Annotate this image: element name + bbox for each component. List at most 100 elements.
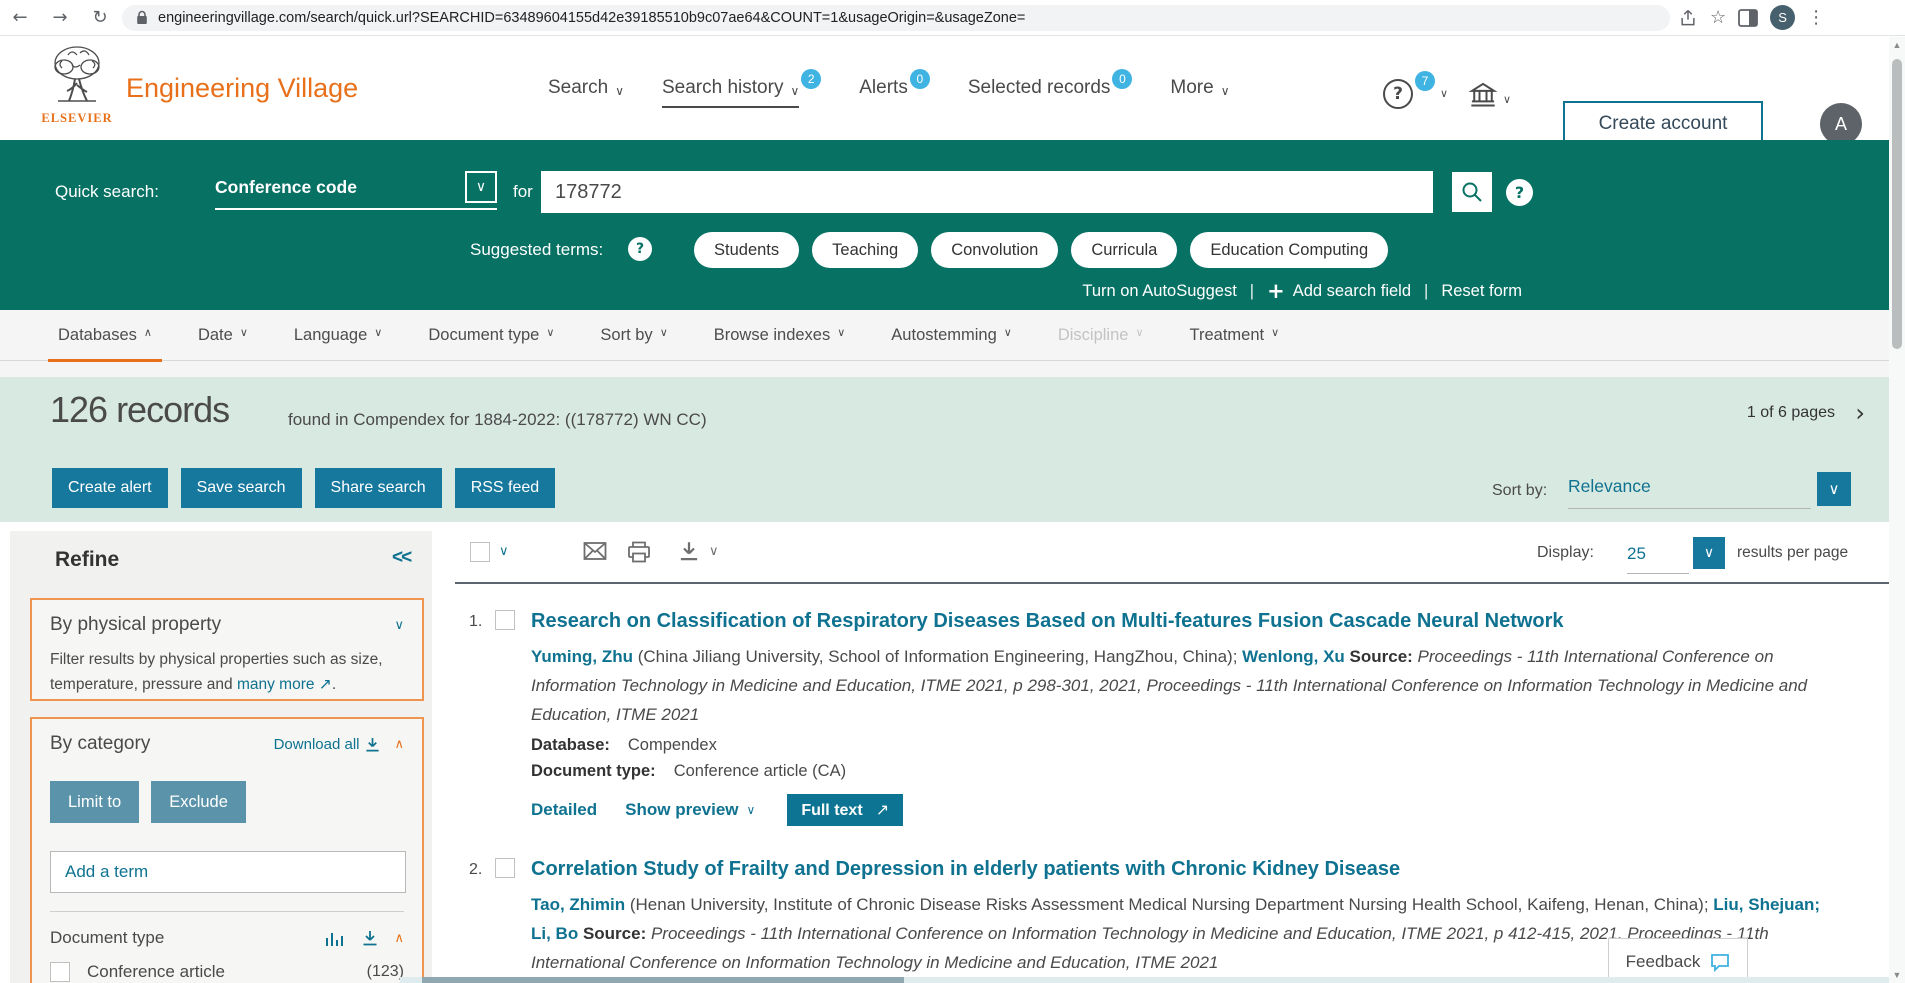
suggested-term-curricula[interactable]: Curricula [1071,232,1177,268]
reset-form-link[interactable]: Reset form [1441,282,1522,301]
chevron-up-icon[interactable]: ∧ [394,931,404,946]
sort-select[interactable]: Relevance [1568,476,1811,509]
nav-badge: 0 [1112,69,1132,89]
search-query-input[interactable] [541,171,1433,213]
scroll-down-arrow[interactable]: ▼ [1889,970,1905,980]
brand-title[interactable]: Engineering Village [126,73,358,104]
record-count: 126 records [50,389,229,431]
scrollbar-thumb[interactable] [1892,59,1902,349]
forward-icon[interactable]: → [40,7,80,28]
help-menu[interactable]: ? 7 ∨ [1383,79,1448,109]
by-physical-property-description: Filter results by physical properties su… [50,648,404,697]
next-page-icon[interactable]: › [1855,399,1865,427]
result-checkbox[interactable] [495,858,515,878]
print-icon[interactable] [627,541,651,563]
collapse-sidebar-button[interactable]: << [392,547,410,569]
browser-profile-avatar[interactable]: S [1770,5,1795,30]
autosuggest-toggle-link[interactable]: Turn on AutoSuggest [1082,282,1236,301]
filter-tabs: Databases∧ Date∨ Language∨ Document type∨ So… [0,310,1905,361]
doc-type-option-label: Conference article [87,962,367,982]
tab-databases[interactable]: Databases∧ [58,310,152,360]
chevron-down-icon: ∨ [240,326,248,339]
nav-item-label-wrap: Alerts [859,77,908,106]
description-period: . [332,676,336,693]
nav-item-search[interactable]: Search∨ [548,77,624,106]
tab-document-type[interactable]: Document type∨ [428,310,554,360]
divider: | [1250,282,1254,301]
exclude-button[interactable]: Exclude [151,781,246,823]
share-search-button[interactable]: Share search [315,468,442,508]
tab-treatment[interactable]: Treatment∨ [1190,310,1280,360]
chevron-down-icon[interactable]: ∨ [394,618,404,633]
horizontal-scrollbar-thumb[interactable] [422,977,904,983]
add-search-field-link[interactable]: + Add search field [1267,279,1411,303]
save-search-button[interactable]: Save search [181,468,302,508]
download-icon[interactable] [362,930,378,946]
elsevier-logo[interactable]: ELSEVIER [34,43,120,126]
sort-dropdown-button[interactable]: ∨ [1817,472,1851,506]
back-icon[interactable]: ← [0,7,40,28]
download-all-link[interactable]: Download all [274,736,381,753]
search-help-icon[interactable]: ? [1506,179,1533,206]
share-icon[interactable] [1678,8,1698,28]
suggested-term-convolution[interactable]: Convolution [931,232,1058,268]
result-checkbox[interactable] [495,610,515,630]
nav-item-selected-records[interactable]: Selected records0 [968,77,1133,106]
site-header: ELSEVIER Engineering Village Search∨ Sear… [0,37,1905,140]
download-icon[interactable] [679,541,699,561]
rss-feed-button[interactable]: RSS feed [455,468,555,508]
url-bar[interactable]: engineeringvillage.com/search/quick.url?… [122,5,1670,31]
author-link[interactable]: Wenlong, Xu [1242,647,1345,666]
add-term-input[interactable] [50,851,406,893]
bookmark-star-icon[interactable]: ☆ [1710,7,1726,28]
suggested-term-teaching[interactable]: Teaching [812,232,918,268]
suggested-term-students[interactable]: Students [694,232,799,268]
nav-badge: 0 [910,69,930,89]
side-panel-icon[interactable] [1738,9,1758,27]
kebab-menu-icon[interactable]: ⋮ [1807,7,1825,28]
source-text: Proceedings - 11th International Confere… [531,924,1769,972]
suggested-term-education-computing[interactable]: Education Computing [1190,232,1388,268]
download-menu-chevron-icon[interactable]: ∨ [709,544,719,559]
limit-to-button[interactable]: Limit to [50,781,139,823]
bar-chart-icon[interactable] [324,929,346,947]
for-label: for [513,182,533,202]
checkbox[interactable] [50,962,70,982]
search-field-select[interactable]: Conference code ∨ [215,166,497,210]
tab-browse-indexes[interactable]: Browse indexes∨ [714,310,846,360]
reload-icon[interactable]: ↻ [80,7,120,28]
vertical-scrollbar[interactable]: ▲ ▼ [1889,37,1905,983]
nav-item-alerts[interactable]: Alerts0 [859,77,930,106]
result-title-link[interactable]: Correlation Study of Frailty and Depress… [531,858,1841,881]
results-per-page-select[interactable]: 25 [1627,544,1689,574]
tab-language[interactable]: Language∨ [294,310,382,360]
author-link[interactable]: Yuming, Zhu [531,647,633,666]
user-avatar[interactable]: A [1820,103,1862,145]
many-more-link[interactable]: many more ↗ [237,676,332,693]
scroll-up-arrow[interactable]: ▲ [1889,40,1905,50]
select-menu-chevron-icon[interactable]: ∨ [499,544,509,559]
search-submit-button[interactable] [1452,172,1492,212]
tab-autostemming[interactable]: Autostemming∨ [891,310,1012,360]
create-alert-button[interactable]: Create alert [52,468,168,508]
select-all-checkbox[interactable] [470,542,490,562]
tab-date[interactable]: Date∨ [198,310,248,360]
detailed-link[interactable]: Detailed [531,800,597,820]
email-icon[interactable] [583,541,607,561]
nav-item-more[interactable]: More∨ [1170,77,1229,106]
tab-sort-by[interactable]: Sort by∨ [600,310,667,360]
chevron-down-icon: ∨ [615,84,624,98]
display-dropdown-button[interactable]: ∨ [1693,537,1725,569]
result-title-link[interactable]: Research on Classification of Respirator… [531,610,1841,633]
author-link[interactable]: Tao, Zhimin [531,895,625,914]
show-preview-link[interactable]: Show preview [625,800,738,820]
horizontal-scrollbar[interactable] [400,977,1889,983]
full-text-button[interactable]: Full text ↗ [787,794,903,826]
institution-menu[interactable]: ∨ [1468,81,1511,109]
suggested-terms-help-icon[interactable]: ? [628,237,652,261]
nav-item-search-history[interactable]: Search history∨2 [662,77,821,108]
page: ← → ↻ engineeringvillage.com/search/quic… [0,0,1905,983]
elsevier-tree-icon [44,43,110,105]
elsevier-wordmark: ELSEVIER [34,111,120,126]
chevron-up-icon[interactable]: ∧ [394,737,404,752]
